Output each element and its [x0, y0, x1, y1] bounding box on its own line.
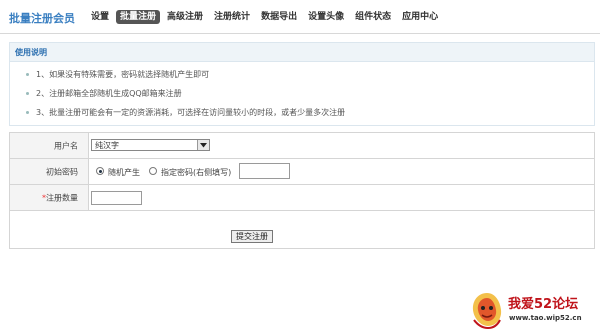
- nav-app-center[interactable]: 应用中心: [398, 10, 442, 24]
- password-custom-radio[interactable]: [149, 167, 157, 175]
- password-random-label: 随机产生: [108, 168, 140, 177]
- watermark-url: www.tao.wip52.cn: [509, 314, 582, 322]
- register-count-input[interactable]: [91, 191, 142, 205]
- count-label-text: 注册数量: [46, 193, 78, 202]
- divider: [0, 33, 600, 34]
- watermark-title: 我爱52论坛: [508, 297, 579, 312]
- main-nav: 设置 批量注册 高级注册 注册统计 数据导出 设置头像 组件状态 应用中心: [87, 10, 442, 24]
- nav-set-avatar[interactable]: 设置头像: [304, 10, 348, 24]
- usage-tip: 2、注册邮箱全部随机生成QQ邮箱来注册: [26, 88, 182, 99]
- bullet-icon: [26, 92, 29, 95]
- usage-panel-header: 使用说明: [10, 43, 594, 62]
- usage-tip: 1、如果没有特殊需要，密码就选择随机产生即可: [26, 69, 209, 80]
- usage-tip-text: 3、批量注册可能会有一定的资源消耗，可选择在访问量较小的时段，或者少量多次注册: [36, 108, 346, 117]
- password-random-radio[interactable]: [96, 167, 104, 175]
- usage-title: 使用说明: [15, 48, 47, 57]
- bullet-icon: [26, 73, 29, 76]
- nav-component-status[interactable]: 组件状态: [351, 10, 395, 24]
- nav-batch-register[interactable]: 批量注册: [116, 10, 161, 24]
- nav-register-stats[interactable]: 注册统计: [210, 10, 254, 24]
- password-custom-label: 指定密码(右侧填写): [161, 168, 232, 177]
- password-label: 初始密码: [46, 167, 78, 176]
- usage-tip-text: 1、如果没有特殊需要，密码就选择随机产生即可: [36, 70, 210, 79]
- nav-data-export[interactable]: 数据导出: [257, 10, 301, 24]
- label-cell: *注册数量: [10, 185, 89, 210]
- nav-advanced-register[interactable]: 高级注册: [163, 10, 207, 24]
- custom-password-input[interactable]: [239, 163, 290, 179]
- usage-tip: 3、批量注册可能会有一定的资源消耗，可选择在访问量较小的时段，或者少量多次注册: [26, 107, 345, 118]
- dropdown-arrow-icon[interactable]: [197, 140, 209, 150]
- forum-logo-icon: [472, 293, 502, 330]
- usage-tip-text: 2、注册邮箱全部随机生成QQ邮箱来注册: [36, 89, 182, 98]
- app-title: 批量注册会员: [9, 12, 75, 25]
- nav-settings[interactable]: 设置: [87, 10, 113, 24]
- label-cell: 初始密码: [10, 159, 89, 184]
- usage-panel: 使用说明 1、如果没有特殊需要，密码就选择随机产生即可 2、注册邮箱全部随机生成…: [9, 42, 595, 126]
- submit-register-button[interactable]: 提交注册: [231, 230, 273, 243]
- count-label: *注册数量: [42, 192, 78, 203]
- label-cell: 用户名: [10, 133, 89, 158]
- username-label: 用户名: [54, 141, 78, 150]
- top-bar: 批量注册会员 设置 批量注册 高级注册 注册统计 数据导出 设置头像 组件状态 …: [0, 0, 600, 34]
- username-type-select[interactable]: 纯汉字: [91, 139, 210, 151]
- username-type-value: 纯汉字: [95, 141, 119, 150]
- bullet-icon: [26, 111, 29, 114]
